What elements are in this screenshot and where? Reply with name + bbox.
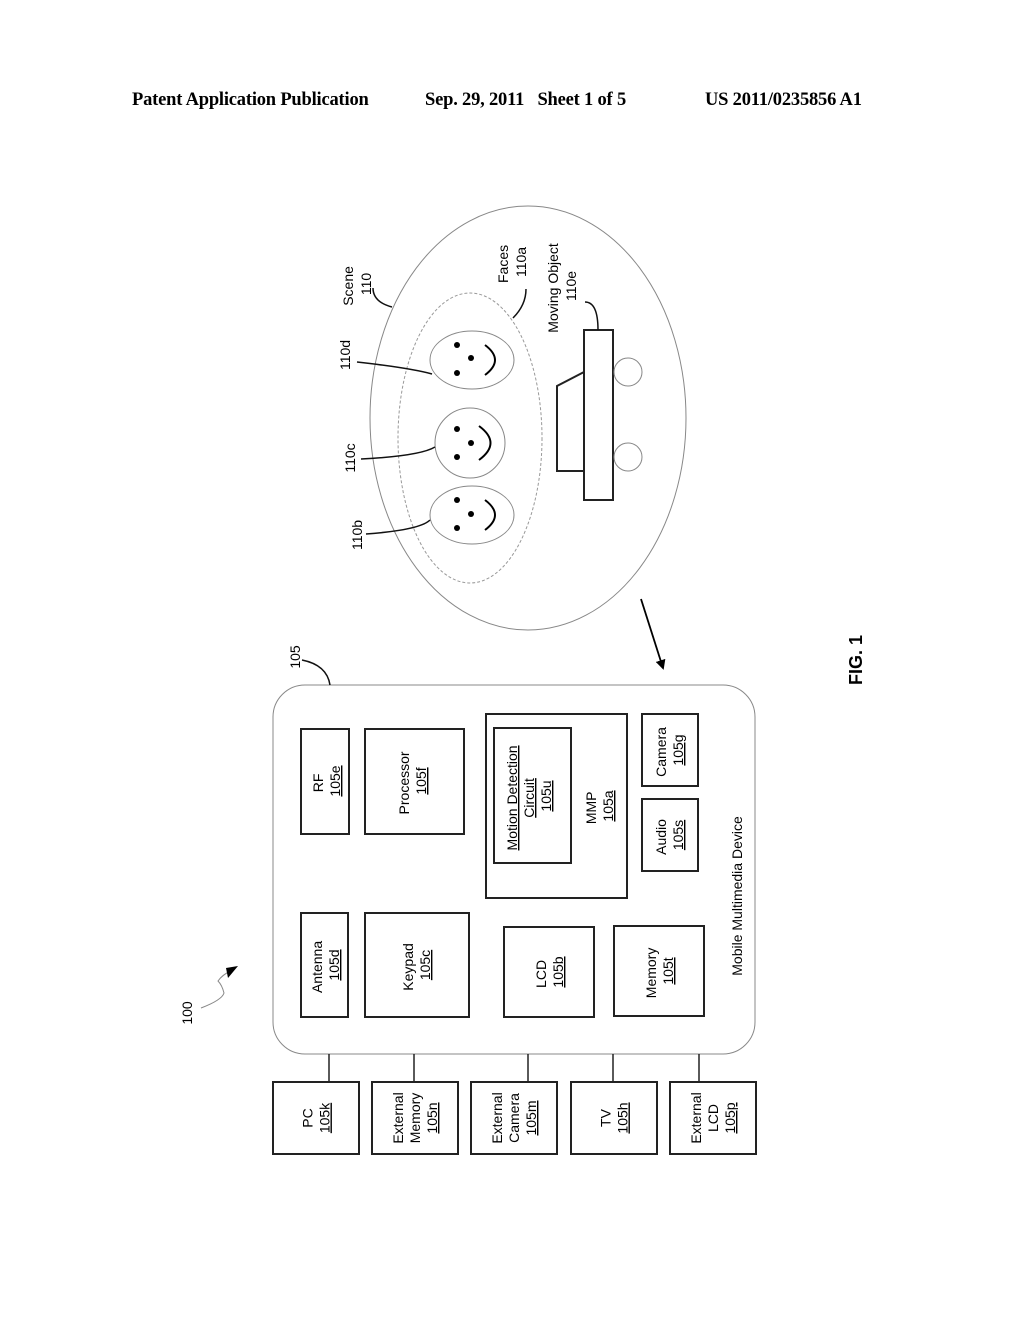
system-ref-leader	[200, 969, 233, 1009]
face-leader-110b	[365, 519, 431, 535]
scene: Scene 110 Faces 110a 110d 110c 110b Movi…	[337, 205, 687, 631]
peripheral-pc: PC105k	[272, 1054, 360, 1155]
component-motion-detection-circuit: Motion Detection Circuit 105u	[493, 727, 572, 864]
faces-group-label: Faces 110a	[495, 241, 529, 283]
svg-text:LCD 105b: LCD 105b	[533, 956, 566, 988]
system-ref-arrowhead	[226, 966, 238, 978]
face-110d	[429, 330, 515, 390]
peripherals: PC105k ExternalMemory105n ExternalCamera10…	[272, 1054, 757, 1155]
device-ref-label: 105	[287, 645, 303, 669]
peripheral-tv: TV105h	[570, 1054, 658, 1155]
component-processor: Processor 105f	[364, 728, 465, 835]
mobile-multimedia-device: 105 Mobile Multimedia Device RF 105e Pro…	[272, 645, 756, 1055]
face-leader-110d	[356, 361, 433, 375]
face-label-110d: 110d	[337, 340, 353, 370]
faces-group-outline	[397, 292, 543, 584]
moving-object-leader	[584, 301, 599, 331]
device-title: Mobile Multimedia Device	[729, 816, 745, 976]
component-lcd: LCD 105b	[503, 926, 595, 1018]
component-antenna: Antenna 105d	[300, 912, 349, 1018]
scene-label: Scene 110	[340, 262, 374, 306]
figure-label: FIG. 1	[846, 635, 866, 685]
component-rf: RF 105e	[300, 728, 350, 835]
component-audio: Audio 105s	[641, 798, 699, 872]
device-ref-leader	[301, 659, 331, 686]
component-memory: Memory 105t	[613, 925, 705, 1017]
moving-object-car	[556, 329, 643, 501]
moving-object-label: Moving Object 110e	[545, 239, 579, 332]
svg-text:MMP 105a: MMP 105a	[583, 788, 616, 824]
face-label-110b: 110b	[349, 520, 365, 550]
peripheral-external-lcd: ExternalLCD105p	[669, 1054, 757, 1155]
capture-arrow	[640, 598, 666, 670]
face-label-110c: 110c	[342, 443, 358, 472]
face-110c	[434, 407, 506, 479]
component-camera: Camera 105g	[641, 713, 699, 787]
component-keypad: Keypad 105c	[364, 912, 470, 1018]
system-ref-label: 100	[179, 1001, 195, 1025]
peripheral-external-memory: ExternalMemory105n	[371, 1054, 459, 1155]
svg-text:Audio 105s: Audio 105s	[653, 815, 686, 855]
face-110b	[429, 485, 515, 545]
patent-figure: Scene 110 Faces 110a 110d 110c 110b Movi…	[179, 205, 866, 1155]
scene-leader	[372, 287, 393, 308]
component-mmp: MMP 105a Motion Detection Circuit 105u	[485, 713, 628, 899]
svg-text:RF 105e: RF 105e	[310, 765, 343, 796]
faces-group-leader	[512, 288, 527, 319]
peripheral-external-camera: ExternalCamera105m	[470, 1054, 558, 1155]
